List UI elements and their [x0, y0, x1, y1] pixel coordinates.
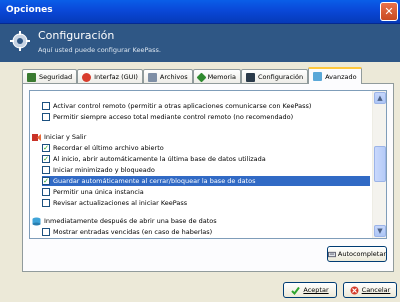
group-label: Inmediatamente después de abrir una base… — [44, 217, 217, 225]
window-title: Opciones — [6, 5, 53, 15]
option-label: Guardar automáticamente al cerrar/bloque… — [53, 177, 256, 185]
accept-button[interactable]: Aceptar — [283, 282, 337, 298]
tab-label: Archivos — [159, 73, 188, 81]
option-label: Iniciar minimizado y bloqueado — [53, 166, 155, 174]
cancel-icon — [350, 286, 359, 294]
list-item[interactable]: Permitir siempre acceso total mediante c… — [42, 112, 293, 122]
close-button[interactable]: ✕ — [380, 2, 398, 21]
interface-icon — [82, 72, 92, 82]
accept-label: Aceptar — [303, 286, 329, 294]
checkbox-checked[interactable]: ✓ — [42, 155, 50, 163]
scroll-down-icon[interactable]: ▼ — [374, 225, 386, 237]
group-label: Iniciar y Salir — [44, 133, 87, 141]
keyboard-icon — [328, 251, 336, 257]
list-item[interactable]: ✓ Recordar el último archivo abierto — [42, 143, 164, 153]
option-label: Permitir una única instancia — [53, 188, 144, 196]
checkbox[interactable] — [42, 102, 50, 110]
checkbox[interactable] — [42, 113, 50, 121]
tab-memoria[interactable]: Memoria — [192, 69, 241, 84]
scroll-thumb[interactable] — [374, 146, 386, 182]
tab-configuracion[interactable]: Configuración — [240, 69, 309, 84]
tab-label: Memoria — [207, 73, 236, 81]
autocomplete-label: Autocompletar — [337, 250, 386, 258]
tab-interfaz[interactable]: Interfaz (GUI) — [77, 69, 143, 84]
autocomplete-button[interactable]: Autocompletar — [327, 246, 387, 262]
list-item[interactable]: Iniciar minimizado y bloqueado — [42, 165, 155, 175]
exit-icon — [32, 133, 41, 141]
tab-avanzado[interactable]: Avanzado — [308, 67, 362, 84]
checkbox[interactable] — [42, 188, 50, 196]
header-banner: Configuración Aquí usted puede configura… — [0, 24, 400, 62]
tab-label: Seguridad — [39, 73, 73, 81]
files-icon — [147, 72, 157, 82]
option-label: Mostrar entradas vencidas (en caso de ha… — [53, 228, 213, 236]
database-open-icon — [32, 217, 41, 225]
group-header: Iniciar y Salir — [32, 132, 86, 142]
tab-label: Avanzado — [325, 72, 357, 81]
option-label: Activar control remoto (permitir a otras… — [53, 102, 312, 110]
list-item[interactable]: Permitir una única instancia — [42, 187, 144, 197]
title-bar: Opciones ✕ — [0, 0, 400, 24]
security-icon — [27, 72, 36, 82]
checkbox-checked[interactable]: ✓ — [42, 144, 50, 152]
settings-icon — [245, 72, 255, 82]
banner-title: Configuración — [38, 29, 115, 42]
checkbox[interactable] — [42, 228, 50, 236]
list-item[interactable]: Activar control remoto (permitir a otras… — [42, 101, 311, 111]
list-item-selected[interactable]: ✓ Guardar automáticamente al cerrar/bloq… — [42, 176, 370, 186]
check-icon — [291, 286, 301, 295]
tab-panel: Activar control remoto (permitir a otras… — [22, 83, 394, 272]
checkbox[interactable] — [42, 166, 50, 174]
list-item[interactable]: ✓ Al inicio, abrir automáticamente la úl… — [42, 154, 266, 164]
checkbox-checked[interactable]: ✓ — [42, 177, 50, 185]
tab-strip: Seguridad Interfaz (GUI) Archivos Memori… — [22, 67, 362, 84]
option-label: Al inicio, abrir automáticamente la últi… — [53, 155, 266, 163]
memory-icon — [196, 72, 207, 82]
tab-label: Interfaz (GUI) — [94, 73, 138, 81]
tab-label: Configuración — [257, 73, 304, 81]
option-label: Recordar el último archivo abierto — [53, 144, 164, 152]
tab-seguridad[interactable]: Seguridad — [22, 69, 78, 84]
option-label: Permitir siempre acceso total mediante c… — [53, 113, 294, 121]
advanced-icon — [313, 72, 323, 81]
option-label: Revisar actualizaciones al iniciar KeePa… — [53, 199, 188, 207]
tab-archivos[interactable]: Archivos — [142, 69, 193, 84]
gear-icon — [10, 31, 30, 51]
vertical-scrollbar[interactable]: ▲ ▼ — [372, 91, 386, 238]
list-item[interactable]: Revisar actualizaciones al iniciar KeePa… — [42, 198, 187, 208]
cancel-button[interactable]: Cancelar — [343, 282, 397, 298]
list-item[interactable]: Mostrar entradas vencidas (en caso de ha… — [42, 227, 212, 237]
options-list[interactable]: Activar control remoto (permitir a otras… — [29, 90, 387, 239]
banner-subtitle: Aquí usted puede configurar KeePass. — [38, 46, 161, 54]
scroll-up-icon[interactable]: ▲ — [374, 92, 386, 104]
checkbox[interactable] — [42, 199, 50, 207]
cancel-label: Cancelar — [361, 286, 391, 294]
group-header: Inmediatamente después de abrir una base… — [32, 216, 217, 226]
